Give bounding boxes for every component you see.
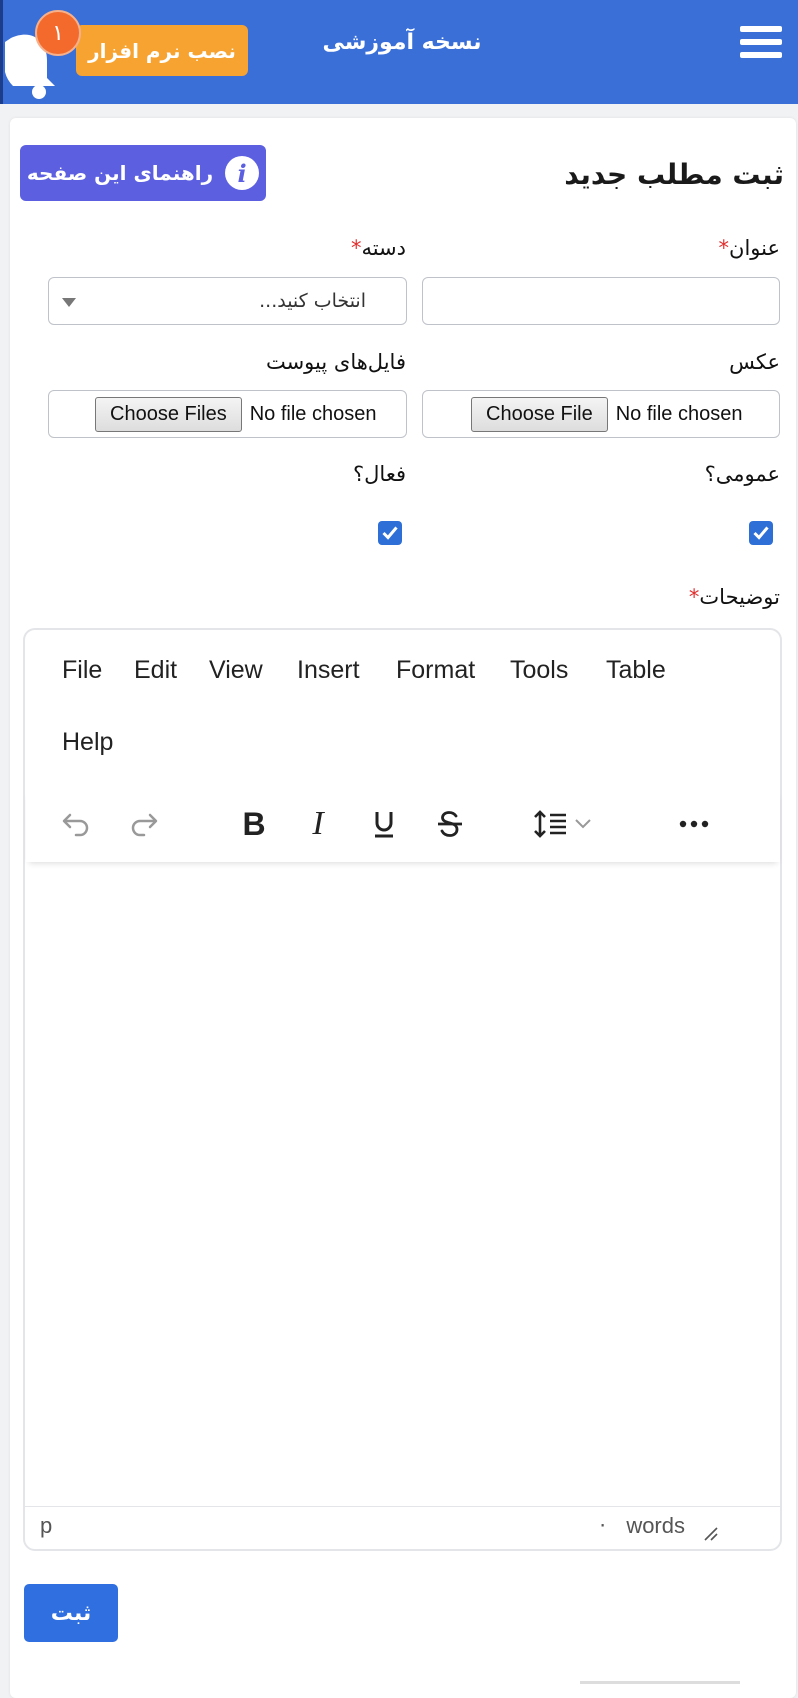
- underline-icon[interactable]: [362, 802, 406, 846]
- redo-icon[interactable]: [122, 802, 166, 846]
- attachments-field-label: فایل‌های پیوست: [265, 350, 406, 374]
- description-field-label: توضیحات*: [688, 585, 780, 609]
- italic-icon[interactable]: I: [296, 802, 340, 846]
- word-count-value: ۰: [597, 1512, 608, 1536]
- category-select-value: انتخاب کنید...: [259, 290, 366, 312]
- image-file-input[interactable]: Choose File No file chosen: [422, 390, 780, 438]
- submit-button[interactable]: ثبت: [24, 1584, 118, 1642]
- more-icon[interactable]: [672, 802, 716, 846]
- line-height-icon[interactable]: [532, 802, 602, 846]
- page-help-label: راهنمای این صفحه: [26, 161, 214, 185]
- word-count[interactable]: words: [626, 1513, 685, 1539]
- active-checkbox[interactable]: [378, 521, 402, 545]
- menu-edit[interactable]: Edit: [134, 656, 177, 685]
- public-checkbox[interactable]: [749, 521, 773, 545]
- editor-toolbar: B I: [26, 790, 780, 862]
- menu-table[interactable]: Table: [606, 656, 666, 685]
- caret-down-icon: [62, 298, 76, 307]
- menu-tools[interactable]: Tools: [510, 656, 568, 685]
- menu-insert[interactable]: Insert: [297, 656, 360, 685]
- check-icon: [753, 526, 769, 540]
- menu-help[interactable]: Help: [62, 728, 113, 757]
- strikethrough-icon[interactable]: [428, 802, 472, 846]
- public-field-label: عمومی؟: [704, 462, 780, 486]
- image-field-label: عکس: [729, 350, 780, 374]
- category-select[interactable]: انتخاب کنید...: [48, 277, 407, 325]
- element-path[interactable]: p: [40, 1513, 52, 1539]
- hamburger-menu-icon[interactable]: [740, 26, 782, 62]
- category-field-label: دسته*: [350, 236, 406, 260]
- editor-statusbar: p ۰ words: [25, 1506, 780, 1550]
- choose-files-button[interactable]: Choose Files: [95, 396, 242, 432]
- page-title: ثبت مطلب جدید: [564, 158, 784, 191]
- resize-handle-icon[interactable]: [700, 1523, 718, 1541]
- attachments-file-status: No file chosen: [249, 402, 377, 425]
- image-file-status: No file chosen: [615, 402, 743, 425]
- menu-format[interactable]: Format: [396, 656, 475, 685]
- attachments-file-input[interactable]: Choose Files No file chosen: [48, 390, 407, 438]
- title-field-label: عنوان*: [718, 236, 780, 260]
- title-input[interactable]: [422, 277, 780, 325]
- editor-menubar: File Edit View Insert Format Tools Table…: [36, 638, 756, 788]
- notification-badge: ۱: [35, 10, 81, 56]
- page-help-button[interactable]: i راهنمای این صفحه: [20, 145, 266, 201]
- info-icon: i: [225, 156, 260, 190]
- install-app-button[interactable]: نصب نرم افزار: [76, 25, 248, 76]
- menu-view[interactable]: View: [209, 656, 263, 685]
- choose-file-button[interactable]: Choose File: [471, 396, 608, 432]
- bold-icon[interactable]: B: [232, 802, 276, 846]
- undo-icon[interactable]: [54, 802, 98, 846]
- menu-file[interactable]: File: [62, 656, 102, 685]
- active-field-label: فعال؟: [353, 462, 406, 486]
- check-icon: [382, 526, 398, 540]
- top-bar: نسخه آموزشی نصب نرم افزار ۱: [0, 0, 798, 104]
